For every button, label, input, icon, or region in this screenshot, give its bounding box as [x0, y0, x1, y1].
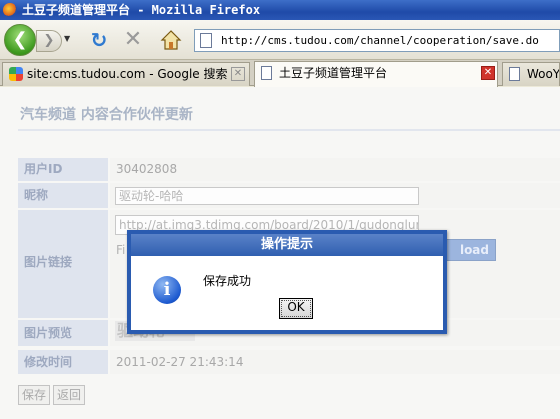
page-title: 汽车频道 内容合作伙伴更新 [20, 107, 193, 123]
address-url: http://cms.tudou.com/channel/cooperation… [221, 34, 539, 47]
back-button[interactable]: ❮ [4, 24, 36, 56]
info-icon: i [153, 276, 181, 304]
window-title: 土豆子频道管理平台 - Mozilla Firefox [22, 3, 261, 17]
back-link-button[interactable]: 返回 [53, 385, 85, 405]
forward-button[interactable]: ❯ [36, 30, 62, 52]
focus-ring [281, 300, 311, 317]
page-icon [261, 66, 272, 80]
file-label: Fi [116, 243, 126, 257]
nickname-row: 昵称 驱动轮-哈哈 [18, 183, 560, 208]
tab-strip: site:cms.tudou.com - Google 搜索 ✕ 土豆子频道管理… [0, 60, 560, 87]
dialog-message: 保存成功 [203, 274, 252, 288]
image-link-label: 图片链接 [18, 210, 108, 318]
window-title-bar: 土豆子频道管理平台 - Mozilla Firefox [0, 0, 560, 20]
firefox-logo-icon [3, 3, 17, 17]
address-bar[interactable]: http://cms.tudou.com/channel/cooperation… [194, 29, 560, 52]
nickname-label: 昵称 [18, 183, 108, 208]
nickname-input[interactable]: 驱动轮-哈哈 [115, 187, 419, 205]
back-arrow-icon: ❮ [12, 29, 28, 50]
preview-label: 图片预览 [18, 320, 108, 346]
home-icon[interactable] [160, 29, 182, 51]
alert-dialog: 操作提示 i 保存成功 OK [127, 230, 447, 334]
tab-google-search[interactable]: site:cms.tudou.com - Google 搜索 ✕ [2, 62, 250, 86]
forward-arrow-icon: ❯ [43, 33, 55, 48]
dialog-title: 操作提示 [131, 234, 443, 256]
close-tab-icon[interactable]: ✕ [481, 66, 495, 80]
tab-channel-admin[interactable]: 土豆子频道管理平台 ✕ [254, 61, 498, 87]
user-id-label: 用户ID [18, 158, 108, 181]
tab-wooyun[interactable]: WooYu [502, 62, 560, 86]
save-button[interactable]: 保存 [18, 385, 50, 405]
reload-icon[interactable]: ↻ [88, 29, 110, 51]
page-icon [509, 67, 520, 81]
google-icon [9, 67, 23, 81]
title-divider [18, 129, 560, 131]
navigation-toolbar: ❮ ❯ ▼ ↻ ✕ http://cms.tudou.com/channel/c… [0, 20, 560, 60]
user-id-row: 用户ID 30402808 [18, 158, 560, 181]
user-id-value: 30402808 [110, 158, 560, 181]
page-icon [200, 33, 212, 48]
nickname-cell: 驱动轮-哈哈 [110, 183, 560, 208]
tab-label: site:cms.tudou.com - Google 搜索 [27, 67, 228, 81]
history-dropdown-icon[interactable]: ▼ [64, 34, 70, 43]
stop-icon[interactable]: ✕ [122, 29, 144, 51]
ok-button[interactable]: OK [279, 298, 313, 319]
modified-time-label: 修改时间 [18, 350, 108, 374]
close-tab-icon[interactable]: ✕ [231, 67, 245, 81]
modified-time-row: 修改时间 2011-02-27 21:43:14 [18, 350, 560, 374]
tab-label: WooYu [527, 67, 559, 81]
tab-label: 土豆子频道管理平台 [279, 66, 388, 80]
modified-time-value: 2011-02-27 21:43:14 [110, 350, 560, 374]
